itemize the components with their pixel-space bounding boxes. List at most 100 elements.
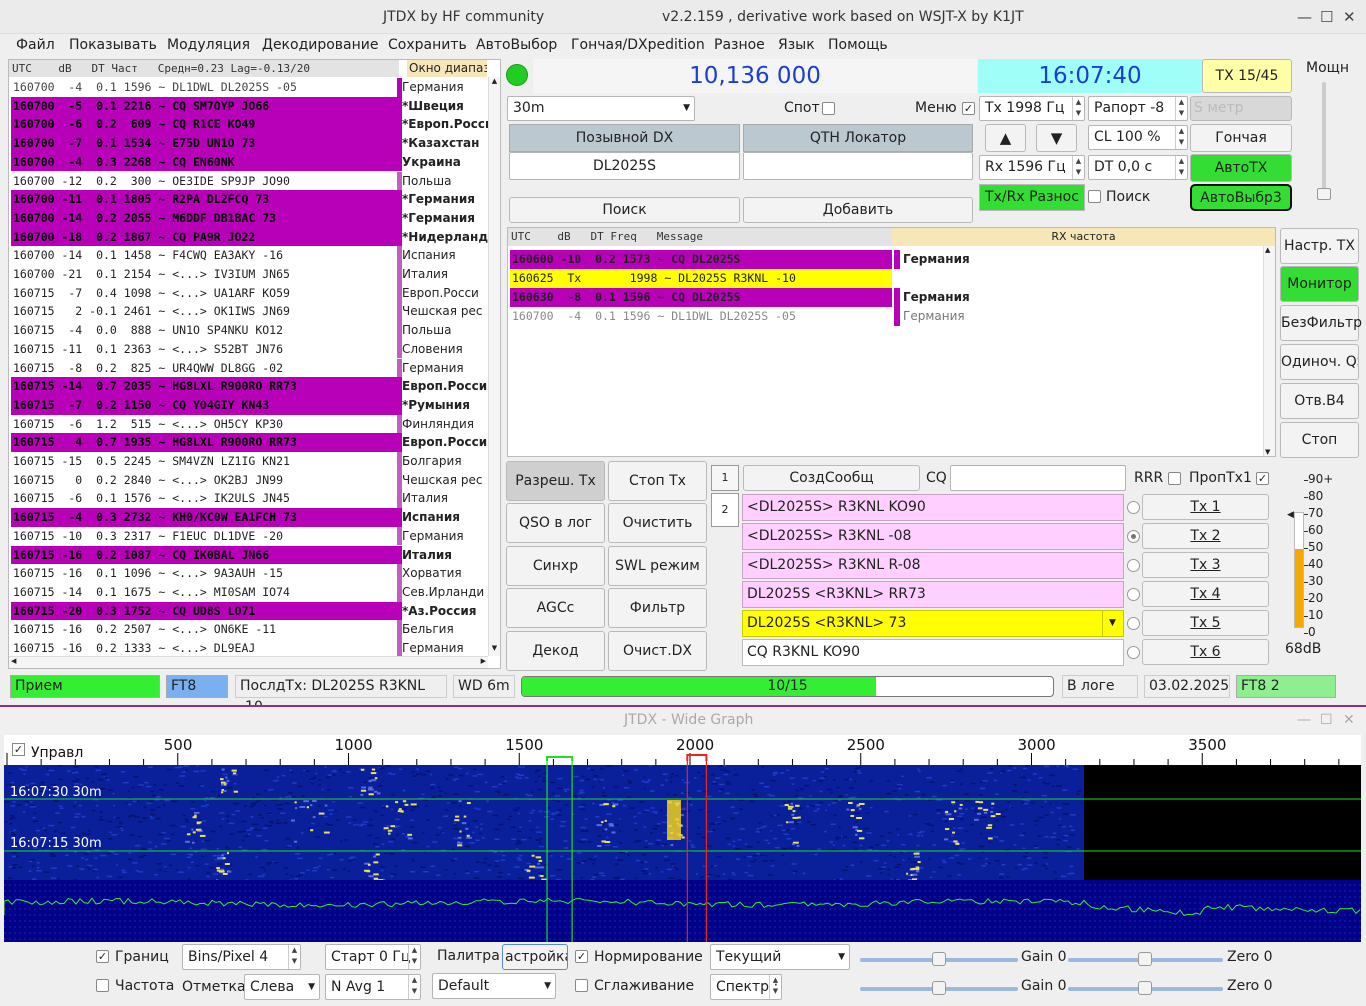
- band-activity-row[interactable]: 160715 -10 0.3 2317 ~ F1EUC DL1DVE -20 Ге…: [11, 526, 487, 546]
- spectrum-type-select[interactable]: Текущий ▼: [710, 944, 850, 970]
- tx-setup-button[interactable]: Настр. TX: [1280, 228, 1359, 264]
- waterfall-display[interactable]: 5001000150020002500300035004 ✓ Управл 16…: [4, 735, 1361, 942]
- freq-checkbox[interactable]: [96, 979, 109, 992]
- gain-slider-2[interactable]: [860, 981, 1018, 995]
- normalize-checkbox[interactable]: ✓: [575, 950, 588, 963]
- stop-button[interactable]: Стоп: [1280, 422, 1359, 458]
- band-activity-row[interactable]: 160715 -16 0.2 1087 ~ CQ IK0BAL JN66 Итал…: [11, 545, 487, 565]
- rx-vscroll[interactable]: ▲ ▼: [1263, 246, 1275, 456]
- tx4-message-field[interactable]: DL2025S <R3KNL> RR73: [742, 581, 1124, 608]
- band-activity-row[interactable]: 160715 -11 0.1 2363 ~ <...> S52BT JN76 Сл…: [11, 339, 487, 359]
- menu-help[interactable]: Помощь: [828, 37, 888, 53]
- cl-spinbox[interactable]: CL 100 % ▲ ▼: [1088, 125, 1188, 150]
- dial-frequency[interactable]: 10,136 000: [533, 59, 977, 93]
- txrx-split-button[interactable]: Tx/Rx Разнос: [979, 184, 1085, 211]
- band-activity-row[interactable]: 160700 -11 0.1 1805 ~ R2PA DL2FCQ 73 *Гер…: [11, 190, 487, 209]
- log-qso-button[interactable]: QSO в лог: [506, 503, 605, 543]
- band-activity-row[interactable]: 160715 -15 0.5 2245 ~ SM4VZN LZ1IG KN21 Б…: [11, 452, 487, 471]
- add-button[interactable]: Добавить: [743, 197, 973, 223]
- spin-arrows-icon[interactable]: ▲ ▼: [1072, 156, 1084, 179]
- tx3-radio[interactable]: [1127, 559, 1140, 572]
- monitor-button[interactable]: Монитор: [1280, 266, 1359, 302]
- spin-arrows-icon[interactable]: ▲ ▼: [769, 975, 781, 999]
- report-spinbox[interactable]: Рапорт -8 ▲ ▼: [1088, 96, 1188, 121]
- freq-down-button[interactable]: ▼: [1036, 124, 1077, 152]
- minimize-icon[interactable]: —: [1297, 712, 1311, 728]
- agcc-button[interactable]: AGCc: [506, 588, 605, 628]
- tx5-radio[interactable]: [1127, 617, 1140, 630]
- tx2-radio[interactable]: [1127, 530, 1140, 543]
- rx-frequency-panel[interactable]: UTC dB DT Freq Message RX частота 160600…: [507, 227, 1276, 457]
- maximize-icon[interactable]: ☐: [1320, 712, 1333, 728]
- tx2-button[interactable]: Tx 2: [1142, 523, 1269, 549]
- tx-period-button[interactable]: TX 15/45: [1202, 59, 1292, 93]
- tx1-message-field[interactable]: <DL2025S> R3KNL KO90: [742, 494, 1124, 521]
- generate-messages-button[interactable]: СоздСообщ: [743, 465, 920, 491]
- menu-file[interactable]: Файл: [16, 37, 55, 53]
- stop-tx-button[interactable]: Стоп Tx: [608, 461, 707, 501]
- band-activity-panel[interactable]: UTC dB DT Част Средн=0.23 Lag=-0.13/20 О…: [8, 59, 501, 669]
- band-activity-row[interactable]: 160700 -7 0.1 1534 ~ E75D UN1O 73 *Казахс…: [11, 134, 487, 153]
- autoselect-button[interactable]: АвтоВыбр3: [1190, 184, 1292, 211]
- message-tab-2[interactable]: 2: [711, 493, 739, 527]
- band-activity-hscroll[interactable]: ◀ ▶: [9, 656, 488, 668]
- tx5-button[interactable]: Tx 5: [1142, 610, 1269, 636]
- rrr-checkbox[interactable]: [1168, 472, 1181, 485]
- band-activity-row[interactable]: 160700 -21 0.1 2154 ~ <...> IV3IUM JN65 И…: [11, 265, 487, 284]
- band-activity-row[interactable]: 160715 -14 0.7 2035 ~ HG8LXL R900RO RR73…: [11, 377, 487, 396]
- spin-arrows-icon[interactable]: ▲ ▼: [1175, 126, 1187, 149]
- rx-row[interactable]: 160700 -4 0.1 1596 ~ DL1DWL DL2025S -05 Г…: [510, 307, 1263, 326]
- band-activity-row[interactable]: 160700 -5 0.1 2216 ~ CQ SM7OYP JO66 *Швец…: [11, 96, 487, 116]
- tx3-message-field[interactable]: <DL2025S> R3KNL R-08: [742, 552, 1124, 579]
- dx-call-input[interactable]: DL2025S: [509, 152, 740, 180]
- zero-slider-2-handle[interactable]: [1138, 981, 1152, 995]
- cq-input[interactable]: [950, 465, 1126, 491]
- menu-save[interactable]: Сохранить: [388, 37, 467, 53]
- spin-arrows-icon[interactable]: ▲ ▼: [288, 945, 300, 969]
- band-activity-row[interactable]: 160715 -20 0.3 1752 ~ CQ UD8S LO71 *Аз.Ро…: [11, 601, 487, 621]
- qth-locator-input[interactable]: [743, 152, 973, 180]
- rx-row[interactable]: 160625 Tx 1998 ~ DL2025S R3KNL -10: [510, 269, 1263, 288]
- clear-dx-button[interactable]: Очист.DX: [608, 631, 707, 671]
- sync-button[interactable]: Синхр: [506, 546, 605, 586]
- smoothing-checkbox[interactable]: [575, 979, 588, 992]
- spin-arrows-icon[interactable]: ▲ ▼: [1072, 97, 1084, 120]
- band-activity-row[interactable]: 160700 -4 0.1 1596 ~ DL1DWL DL2025S -05 Г…: [11, 78, 487, 97]
- menu-checkbox[interactable]: ✓: [962, 102, 975, 115]
- tx5-message-field[interactable]: DL2025S <R3KNL> 73: [742, 610, 1124, 637]
- rx-freq-spinbox[interactable]: Rx 1596 Гц ▲ ▼: [979, 155, 1085, 180]
- band-activity-row[interactable]: 160715 -6 1.2 515 ~ <...> OH5CY KP30 Финл…: [11, 414, 487, 434]
- palette-adjust-button[interactable]: астройка: [502, 944, 568, 970]
- band-select[interactable]: 30m ▼: [507, 96, 695, 121]
- band-activity-row[interactable]: 160700 -14 0.2 2055 ~ M6DDF DB1BAC 73 *Ге…: [11, 208, 487, 228]
- band-activity-row[interactable]: 160715 -6 0.1 1576 ~ <...> IK2ULS JN45 Ит…: [11, 489, 487, 509]
- hound-button[interactable]: Гончая: [1190, 124, 1292, 152]
- band-activity-row[interactable]: 160715 -16 0.2 1333 ~ <...> DL9EAJ Герман…: [11, 639, 487, 658]
- spin-arrows-icon[interactable]: ▲ ▼: [1175, 156, 1187, 179]
- power-slider[interactable]: [1317, 82, 1331, 200]
- menu-hound[interactable]: Гончая/DXpedition: [571, 37, 705, 53]
- band-activity-row[interactable]: 160700 -18 0.2 1867 ~ CQ PA9R JO22 *Нидер…: [11, 227, 488, 247]
- search-checkbox[interactable]: [1088, 190, 1101, 203]
- tx1-button[interactable]: Tx 1: [1142, 494, 1269, 520]
- spot-checkbox[interactable]: [822, 102, 835, 115]
- search-button[interactable]: Поиск: [509, 197, 740, 223]
- tx3-button[interactable]: Tx 3: [1142, 552, 1269, 578]
- band-activity-row[interactable]: 160715 -8 0.2 825 ~ UR4QWW DL8GG -02 Герм…: [11, 358, 487, 378]
- menu-language[interactable]: Язык: [778, 37, 815, 53]
- marker-select[interactable]: Слева ▼: [244, 974, 320, 1000]
- zero-slider-1-handle[interactable]: [1138, 952, 1152, 966]
- autotx-button[interactable]: АвтоTX: [1190, 154, 1292, 182]
- tx1-radio[interactable]: [1127, 501, 1140, 514]
- filter-button[interactable]: Фильтр: [608, 588, 707, 628]
- skip-tx1-checkbox[interactable]: ✓: [1256, 472, 1269, 485]
- no-filter-button[interactable]: БезФильтр: [1280, 305, 1362, 341]
- single-qso-button[interactable]: Одиноч. QSO: [1280, 344, 1359, 380]
- start-freq-spinbox[interactable]: Старт 0 Гц ▲ ▼: [325, 944, 421, 970]
- control-checkbox[interactable]: ✓: [12, 743, 25, 756]
- band-activity-row[interactable]: 160715 -14 0.1 1675 ~ <...> MI0SAM IO74 С…: [11, 582, 487, 602]
- dt-spinbox[interactable]: DT 0,0 с ▲ ▼: [1088, 155, 1188, 180]
- bins-per-pixel-spinbox[interactable]: Bins/Pixel 4 ▲ ▼: [182, 944, 301, 970]
- tx6-radio[interactable]: [1127, 646, 1140, 659]
- zero-slider-1[interactable]: [1068, 952, 1223, 966]
